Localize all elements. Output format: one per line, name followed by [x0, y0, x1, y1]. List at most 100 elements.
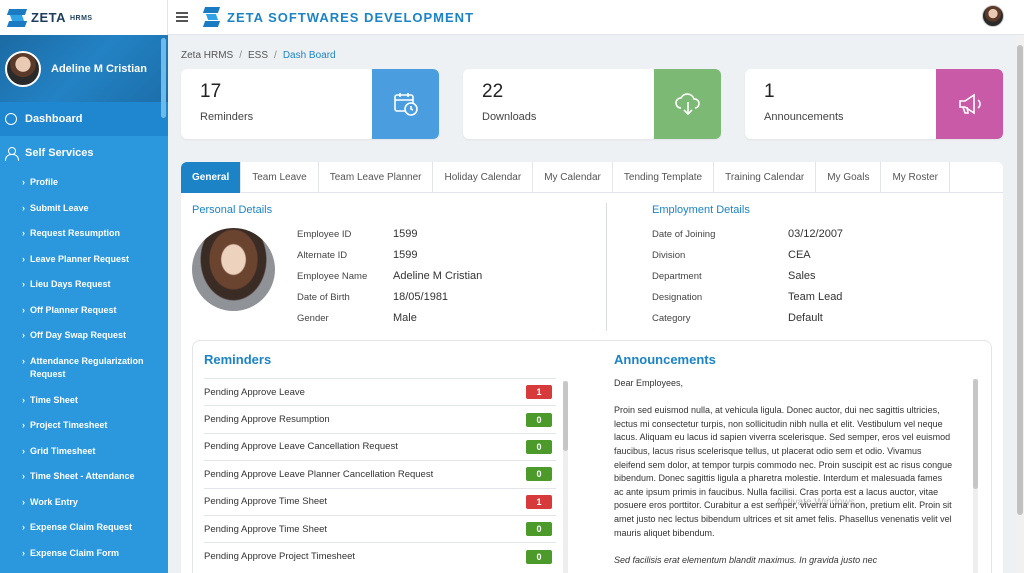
- page-scrollbar[interactable]: [1016, 35, 1024, 573]
- reminders-card[interactable]: 17 Reminders: [181, 69, 439, 139]
- chevron-right-icon: ›: [22, 355, 25, 366]
- tab-team-leave[interactable]: Team Leave: [241, 162, 319, 193]
- tab-team-leave-planner[interactable]: Team Leave Planner: [319, 162, 434, 193]
- tab-holiday-calendar[interactable]: Holiday Calendar: [433, 162, 534, 193]
- card-count: 17: [200, 81, 222, 102]
- cloud-download-icon: [654, 69, 721, 139]
- page-scrollbar-thumb[interactable]: [1017, 45, 1023, 515]
- sidebar-item-grid-timesheet[interactable]: › Grid Timesheet: [22, 439, 168, 465]
- count-badge: 1: [526, 385, 552, 400]
- menu-toggle-icon[interactable]: [176, 10, 188, 25]
- chevron-right-icon: ›: [22, 304, 25, 315]
- chevron-right-icon: ›: [22, 253, 25, 264]
- self-services-submenu: › Profile › Submit Leave › Request Resumpti…: [0, 170, 168, 566]
- list-item[interactable]: Pending Approve Leave Cancellation Reque…: [204, 432, 556, 460]
- avatar[interactable]: [5, 50, 41, 87]
- sidebar-item-expense-claim-request[interactable]: › Expense Claim Request: [22, 515, 168, 541]
- logo-text: ZETA: [31, 10, 66, 25]
- dashboard-icon: [5, 113, 17, 125]
- sidebar-item-label: Off Planner Request: [30, 304, 117, 315]
- list-item[interactable]: Pending Approve Resumption 0: [204, 405, 556, 432]
- tab-my-goals[interactable]: My Goals: [816, 162, 882, 193]
- field-label: Alternate ID: [297, 250, 348, 261]
- sidebar-item-attendance-regularization[interactable]: › Attendance Regularization Request: [22, 349, 168, 388]
- field-label: Gender: [297, 313, 329, 324]
- chevron-right-icon: ›: [22, 202, 25, 213]
- reminder-label: Pending Approve Leave: [204, 386, 305, 398]
- field-value: 18/05/1981: [393, 291, 449, 303]
- chevron-right-icon: ›: [22, 522, 25, 532]
- chevron-right-icon: ›: [22, 420, 25, 430]
- card-label: Reminders: [200, 111, 254, 123]
- reminder-label: Pending Approve Resumption: [204, 414, 330, 426]
- sidebar-item-expense-claim-form[interactable]: › Expense Claim Form: [22, 541, 168, 567]
- sidebar-item-dashboard[interactable]: Dashboard: [0, 102, 168, 136]
- tab-training-calendar[interactable]: Training Calendar: [714, 162, 817, 193]
- sidebar-logo[interactable]: ZETA HRMS: [0, 0, 168, 35]
- tab-my-roster[interactable]: My Roster: [881, 162, 951, 193]
- zeta-logo-icon: [6, 8, 28, 27]
- breadcrumb-separator: /: [274, 50, 277, 61]
- chevron-right-icon: ›: [22, 445, 25, 456]
- announcement-paragraph: Proin sed euismod nulla, at vehicula lig…: [614, 405, 953, 538]
- field-label: Division: [652, 250, 686, 261]
- sidebar-item-self-services[interactable]: Self Services: [0, 136, 168, 170]
- os-watermark: Activate Windows: [776, 497, 855, 508]
- sidebar-item-leave-planner-request[interactable]: › Leave Planner Request: [22, 247, 168, 273]
- sidebar-scrollbar[interactable]: [161, 38, 166, 118]
- sidebar-item-label: Time Sheet: [30, 394, 78, 405]
- reminders-scrollbar-thumb[interactable]: [563, 381, 568, 451]
- sidebar-item-lieu-days-request[interactable]: › Lieu Days Request: [22, 272, 168, 298]
- sidebar-item-time-sheet[interactable]: › Time Sheet: [22, 388, 168, 414]
- sidebar-item-label: Time Sheet - Attendance: [30, 471, 135, 481]
- reminder-label: Pending Approve Leave Cancellation Reque…: [204, 441, 398, 453]
- reminders-scrollbar[interactable]: [563, 381, 568, 573]
- reminders-announcements-box: Reminders Pending Approve Leave 1 Pending…: [192, 340, 992, 573]
- tab-general[interactable]: General: [181, 162, 242, 193]
- announcements-card[interactable]: 1 Announcements: [745, 69, 1003, 139]
- list-item[interactable]: Pending Approve Time Sheet 0: [204, 514, 556, 542]
- breadcrumb-item[interactable]: Zeta HRMS: [181, 50, 233, 61]
- breadcrumb-current: Dash Board: [282, 50, 336, 61]
- tab-tending-template[interactable]: Tending Template: [613, 162, 715, 193]
- sidebar-item-request-resumption[interactable]: › Request Resumption: [22, 221, 168, 247]
- field-label: Category: [652, 313, 691, 324]
- sidebar-item-submit-leave[interactable]: › Submit Leave: [22, 196, 168, 222]
- sidebar-item-label: Off Day Swap Request: [30, 330, 127, 340]
- sidebar-item-profile[interactable]: › Profile: [22, 170, 168, 196]
- sidebar-item-label: Project Timesheet: [30, 420, 108, 430]
- list-item[interactable]: Pending Approve Project Timesheet 0: [204, 542, 556, 569]
- field-value: 1599: [393, 228, 418, 240]
- employment-details-title: Employment Details: [652, 204, 750, 216]
- sidebar-item-off-planner-request[interactable]: › Off Planner Request: [22, 298, 168, 324]
- reminders-title: Reminders: [204, 352, 272, 367]
- sidebar-item-label: Self Services: [25, 147, 94, 159]
- count-badge: 0: [526, 522, 552, 537]
- chevron-right-icon: ›: [22, 547, 25, 558]
- user-avatar-button[interactable]: [982, 5, 1004, 27]
- sidebar-item-project-timesheet[interactable]: › Project Timesheet: [22, 413, 168, 439]
- list-item[interactable]: Pending Approve Leave 1: [204, 378, 556, 405]
- reminders-list: Pending Approve Leave 1 Pending Approve R…: [204, 378, 556, 570]
- field-label: Date of Joining: [652, 229, 716, 240]
- breadcrumb: Zeta HRMS / ESS / Dash Board: [181, 50, 336, 61]
- field-label: Designation: [652, 292, 703, 303]
- chevron-right-icon: ›: [22, 330, 25, 340]
- sidebar-item-label: Attendance Regularization Request: [30, 355, 144, 379]
- sidebar-item-work-entry[interactable]: › Work Entry: [22, 490, 168, 516]
- announcements-scrollbar-thumb[interactable]: [973, 379, 978, 489]
- list-item[interactable]: Pending Approve Time Sheet 1: [204, 487, 556, 515]
- sidebar-item-off-day-swap-request[interactable]: › Off Day Swap Request: [22, 323, 168, 349]
- reminder-label: Pending Approve Time Sheet: [204, 496, 328, 508]
- list-item[interactable]: Pending Approve Leave Planner Cancellati…: [204, 460, 556, 487]
- user-icon: [5, 147, 19, 161]
- sidebar-item-time-sheet-attendance[interactable]: › Time Sheet - Attendance: [22, 464, 168, 490]
- downloads-card[interactable]: 22 Downloads: [463, 69, 721, 139]
- sidebar: ZETA HRMS Adeline M Cristian Dashboard S…: [0, 0, 168, 573]
- tab-my-calendar[interactable]: My Calendar: [533, 162, 613, 193]
- sidebar-item-label: Work Entry: [30, 496, 78, 507]
- breadcrumb-item[interactable]: ESS: [248, 50, 268, 61]
- count-badge: 0: [526, 549, 552, 564]
- sidebar-item-label: Lieu Days Request: [30, 279, 111, 289]
- announcements-scrollbar[interactable]: [973, 379, 978, 573]
